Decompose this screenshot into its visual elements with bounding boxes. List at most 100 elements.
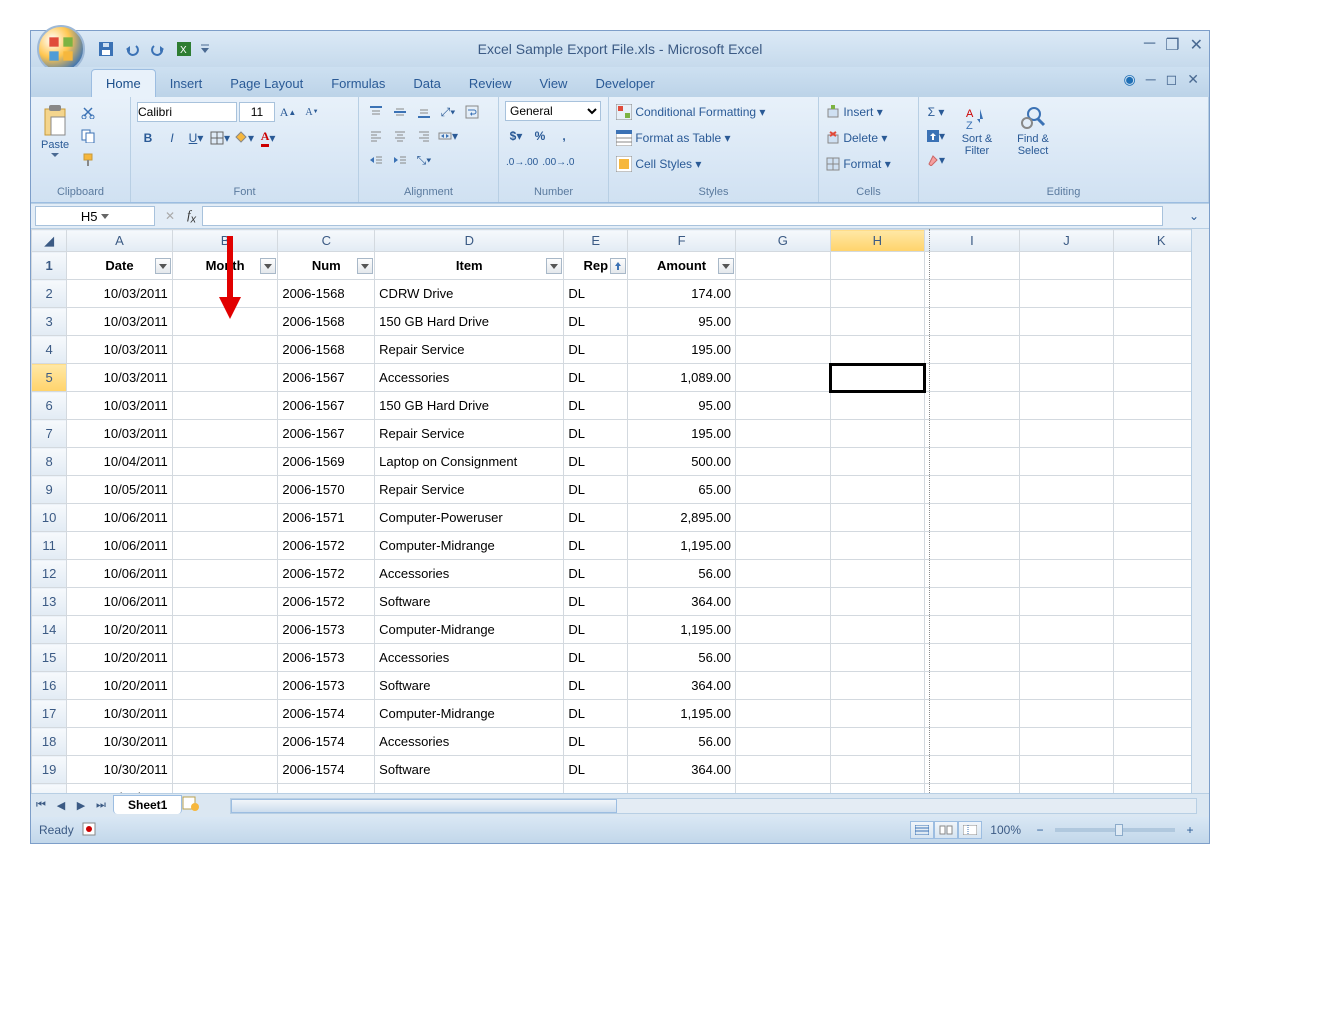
cell-B20[interactable] xyxy=(172,784,278,794)
cell-F15[interactable]: 56.00 xyxy=(628,644,736,672)
cell-C13[interactable]: 2006-1572 xyxy=(278,588,375,616)
row-header-15[interactable]: 15 xyxy=(32,644,67,672)
sheet-nav-prev-icon[interactable]: ◀ xyxy=(51,796,71,816)
cell-G4[interactable] xyxy=(735,336,830,364)
cell-C6[interactable]: 2006-1567 xyxy=(278,392,375,420)
new-sheet-icon[interactable] xyxy=(182,795,200,816)
align-top-icon[interactable] xyxy=(365,101,387,123)
cell-D3[interactable]: 150 GB Hard Drive xyxy=(375,308,564,336)
row-header-6[interactable]: 6 xyxy=(32,392,67,420)
fill-icon[interactable]: ▾ xyxy=(925,125,947,147)
cell-E5[interactable]: DL xyxy=(564,364,628,392)
cell-G11[interactable] xyxy=(735,532,830,560)
expand-formula-bar-icon[interactable]: ⌄ xyxy=(1183,205,1205,227)
cell-B11[interactable] xyxy=(172,532,278,560)
wrap-text-icon[interactable] xyxy=(461,101,483,123)
cell-J8[interactable] xyxy=(1019,448,1114,476)
cell-C18[interactable]: 2006-1574 xyxy=(278,728,375,756)
cell-E18[interactable]: DL xyxy=(564,728,628,756)
cell-empty[interactable] xyxy=(1114,252,1209,280)
cell-C7[interactable]: 2006-1567 xyxy=(278,420,375,448)
cell-H6[interactable] xyxy=(830,392,925,420)
save-icon[interactable] xyxy=(95,38,117,60)
cell-A18[interactable]: 10/30/2011 xyxy=(67,728,173,756)
zoom-level[interactable]: 100% xyxy=(990,823,1021,837)
row-header-16[interactable]: 16 xyxy=(32,672,67,700)
cell-H20[interactable] xyxy=(830,784,925,794)
cell-G7[interactable] xyxy=(735,420,830,448)
cell-G13[interactable] xyxy=(735,588,830,616)
cell-I17[interactable] xyxy=(925,700,1020,728)
row-header-19[interactable]: 19 xyxy=(32,756,67,784)
doc-minimize-icon[interactable]: ─ xyxy=(1146,71,1156,88)
zoom-out-icon[interactable]: − xyxy=(1029,819,1051,841)
fx-cancel-icon[interactable]: ✕ xyxy=(159,205,181,227)
cell-E10[interactable]: DL xyxy=(564,504,628,532)
cell-G6[interactable] xyxy=(735,392,830,420)
vertical-scrollbar[interactable] xyxy=(1191,229,1209,793)
cell-B16[interactable] xyxy=(172,672,278,700)
tab-formulas[interactable]: Formulas xyxy=(317,70,399,97)
tab-review[interactable]: Review xyxy=(455,70,526,97)
cell-F10[interactable]: 2,895.00 xyxy=(628,504,736,532)
conditional-formatting-button[interactable]: Conditional Formatting ▾ xyxy=(615,101,812,123)
cell-C2[interactable]: 2006-1568 xyxy=(278,280,375,308)
cell-A17[interactable]: 10/30/2011 xyxy=(67,700,173,728)
cell-F2[interactable]: 174.00 xyxy=(628,280,736,308)
cell-J17[interactable] xyxy=(1019,700,1114,728)
paste-button[interactable]: Paste xyxy=(37,101,73,161)
view-page-layout-icon[interactable] xyxy=(934,821,958,839)
cell-D5[interactable]: Accessories xyxy=(375,364,564,392)
row-header-8[interactable]: 8 xyxy=(32,448,67,476)
cell-A19[interactable]: 10/30/2011 xyxy=(67,756,173,784)
filter-button-date[interactable] xyxy=(155,258,171,274)
merge-center-icon[interactable]: ▾ xyxy=(437,125,459,147)
view-page-break-icon[interactable] xyxy=(958,821,982,839)
cell-D19[interactable]: Software xyxy=(375,756,564,784)
cell-E4[interactable]: DL xyxy=(564,336,628,364)
format-painter-icon[interactable] xyxy=(77,149,99,171)
cell-D6[interactable]: 150 GB Hard Drive xyxy=(375,392,564,420)
find-select-button[interactable]: Find & Select xyxy=(1007,101,1059,161)
cell-B4[interactable] xyxy=(172,336,278,364)
cell-A4[interactable]: 10/03/2011 xyxy=(67,336,173,364)
cell-C8[interactable]: 2006-1569 xyxy=(278,448,375,476)
decrease-indent-icon[interactable] xyxy=(365,149,387,171)
cell-B17[interactable] xyxy=(172,700,278,728)
cell-H2[interactable] xyxy=(830,280,925,308)
cell-G5[interactable] xyxy=(735,364,830,392)
tab-data[interactable]: Data xyxy=(399,70,454,97)
cell-I14[interactable] xyxy=(925,616,1020,644)
cell-I7[interactable] xyxy=(925,420,1020,448)
cell-F11[interactable]: 1,195.00 xyxy=(628,532,736,560)
cell-H12[interactable] xyxy=(830,560,925,588)
cell-H14[interactable] xyxy=(830,616,925,644)
format-as-table-button[interactable]: Format as Table ▾ xyxy=(615,127,812,149)
cell-G19[interactable] xyxy=(735,756,830,784)
cell-A2[interactable]: 10/03/2011 xyxy=(67,280,173,308)
cell-E6[interactable]: DL xyxy=(564,392,628,420)
cell-J4[interactable] xyxy=(1019,336,1114,364)
cell-I10[interactable] xyxy=(925,504,1020,532)
cell-A5[interactable]: 10/03/2011 xyxy=(67,364,173,392)
sheet-nav-first-icon[interactable]: ⏮ xyxy=(31,796,51,816)
filter-button-amount[interactable] xyxy=(718,258,734,274)
cell-B6[interactable] xyxy=(172,392,278,420)
doc-close-icon[interactable]: ✕ xyxy=(1187,71,1199,88)
cell-I12[interactable] xyxy=(925,560,1020,588)
cell-C17[interactable]: 2006-1574 xyxy=(278,700,375,728)
cell-J7[interactable] xyxy=(1019,420,1114,448)
cell-I3[interactable] xyxy=(925,308,1020,336)
cell-B3[interactable] xyxy=(172,308,278,336)
cell-B15[interactable] xyxy=(172,644,278,672)
cell-E16[interactable]: DL xyxy=(564,672,628,700)
cell-E9[interactable]: DL xyxy=(564,476,628,504)
column-header-D[interactable]: D xyxy=(375,230,564,252)
tab-view[interactable]: View xyxy=(526,70,582,97)
cell-J13[interactable] xyxy=(1019,588,1114,616)
row-header-1[interactable]: 1 xyxy=(32,252,67,280)
cell-E3[interactable]: DL xyxy=(564,308,628,336)
underline-icon[interactable]: U▾ xyxy=(185,127,207,149)
row-header-2[interactable]: 2 xyxy=(32,280,67,308)
cell-B14[interactable] xyxy=(172,616,278,644)
